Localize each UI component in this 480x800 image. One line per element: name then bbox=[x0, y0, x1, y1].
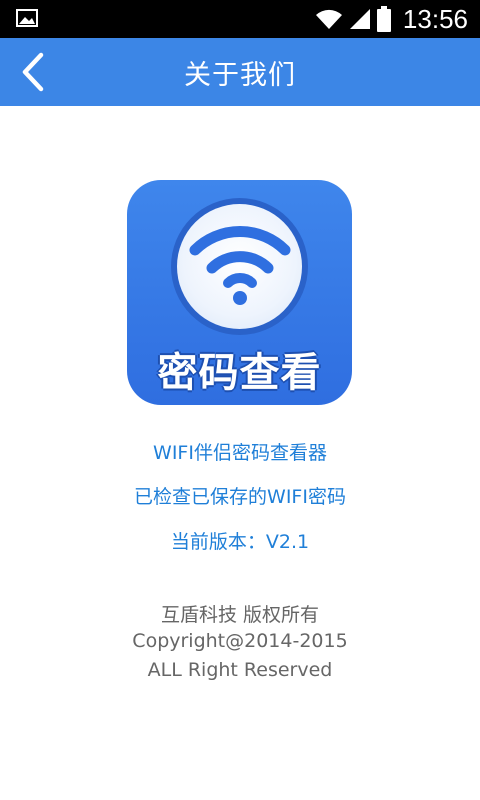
app-name-text: WIFI伴侣密码查看器 bbox=[153, 442, 327, 464]
copyright-text: Copyright@2014-2015 bbox=[132, 630, 348, 652]
app-bar: 关于我们 bbox=[0, 38, 480, 106]
wifi-icon bbox=[189, 226, 291, 305]
description-text: 已检查已保存的WIFI密码 bbox=[134, 486, 346, 508]
status-bar: 13:56 bbox=[0, 0, 480, 38]
wifi-icon bbox=[315, 9, 342, 29]
rights-text: ALL Right Reserved bbox=[147, 659, 333, 681]
logo-label: 密码查看 bbox=[157, 350, 322, 396]
gallery-icon bbox=[16, 9, 38, 27]
app-logo: 密码查看 bbox=[127, 180, 352, 405]
version-text: 当前版本：V2.1 bbox=[170, 531, 310, 553]
page-title: 关于我们 bbox=[184, 59, 296, 91]
battery-icon bbox=[376, 6, 391, 32]
signal-icon bbox=[349, 9, 370, 29]
status-time: 13:56 bbox=[402, 3, 468, 34]
status-icons: 13:56 bbox=[315, 0, 468, 38]
company-text: 互盾科技 版权所有 bbox=[160, 604, 320, 626]
